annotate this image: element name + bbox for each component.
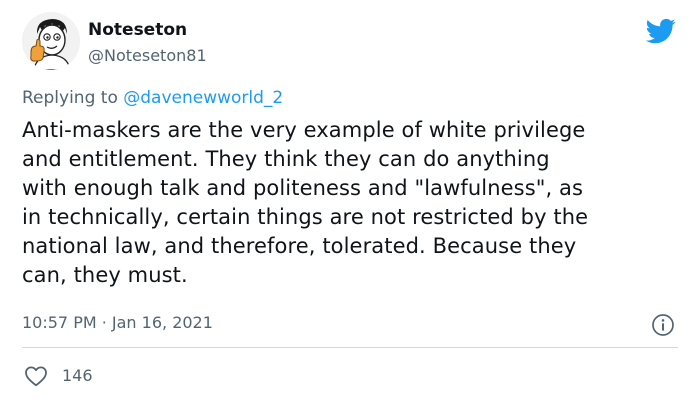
info-icon[interactable]: [651, 313, 675, 337]
tweet-text-line: and entitlement. They think they can do …: [22, 147, 550, 171]
tweet-text-line: in technically, certain things are not r…: [22, 205, 589, 229]
reply-mention-link[interactable]: @davenewworld_2: [123, 88, 283, 108]
reply-prefix: Replying to: [22, 88, 118, 108]
tweet-text: Anti-maskers are the very example of whi…: [22, 116, 682, 290]
tweet-text-line: Anti-maskers are the very example of whi…: [22, 118, 586, 142]
tweet-card: Noteseton @Noteseton81 Replying to @dave…: [0, 0, 700, 402]
avatar-illustration: [22, 12, 80, 70]
author-display-name[interactable]: Noteseton: [88, 20, 187, 40]
heart-icon[interactable]: [24, 365, 48, 387]
tweet-timestamp[interactable]: 10:57 PM · Jan 16, 2021: [22, 313, 213, 332]
like-count[interactable]: 146: [62, 366, 93, 385]
tweet-text-line: national law, and therefore, tolerated. …: [22, 234, 577, 258]
twitter-bird-icon[interactable]: [644, 16, 678, 46]
author-handle[interactable]: @Noteseton81: [88, 46, 207, 65]
tweet-text-line: with enough talk and politeness and "law…: [22, 176, 584, 200]
reply-context: Replying to @davenewworld_2: [22, 88, 283, 108]
divider: [22, 347, 678, 348]
avatar[interactable]: [22, 12, 80, 70]
tweet-text-line: can, they must.: [22, 263, 188, 287]
